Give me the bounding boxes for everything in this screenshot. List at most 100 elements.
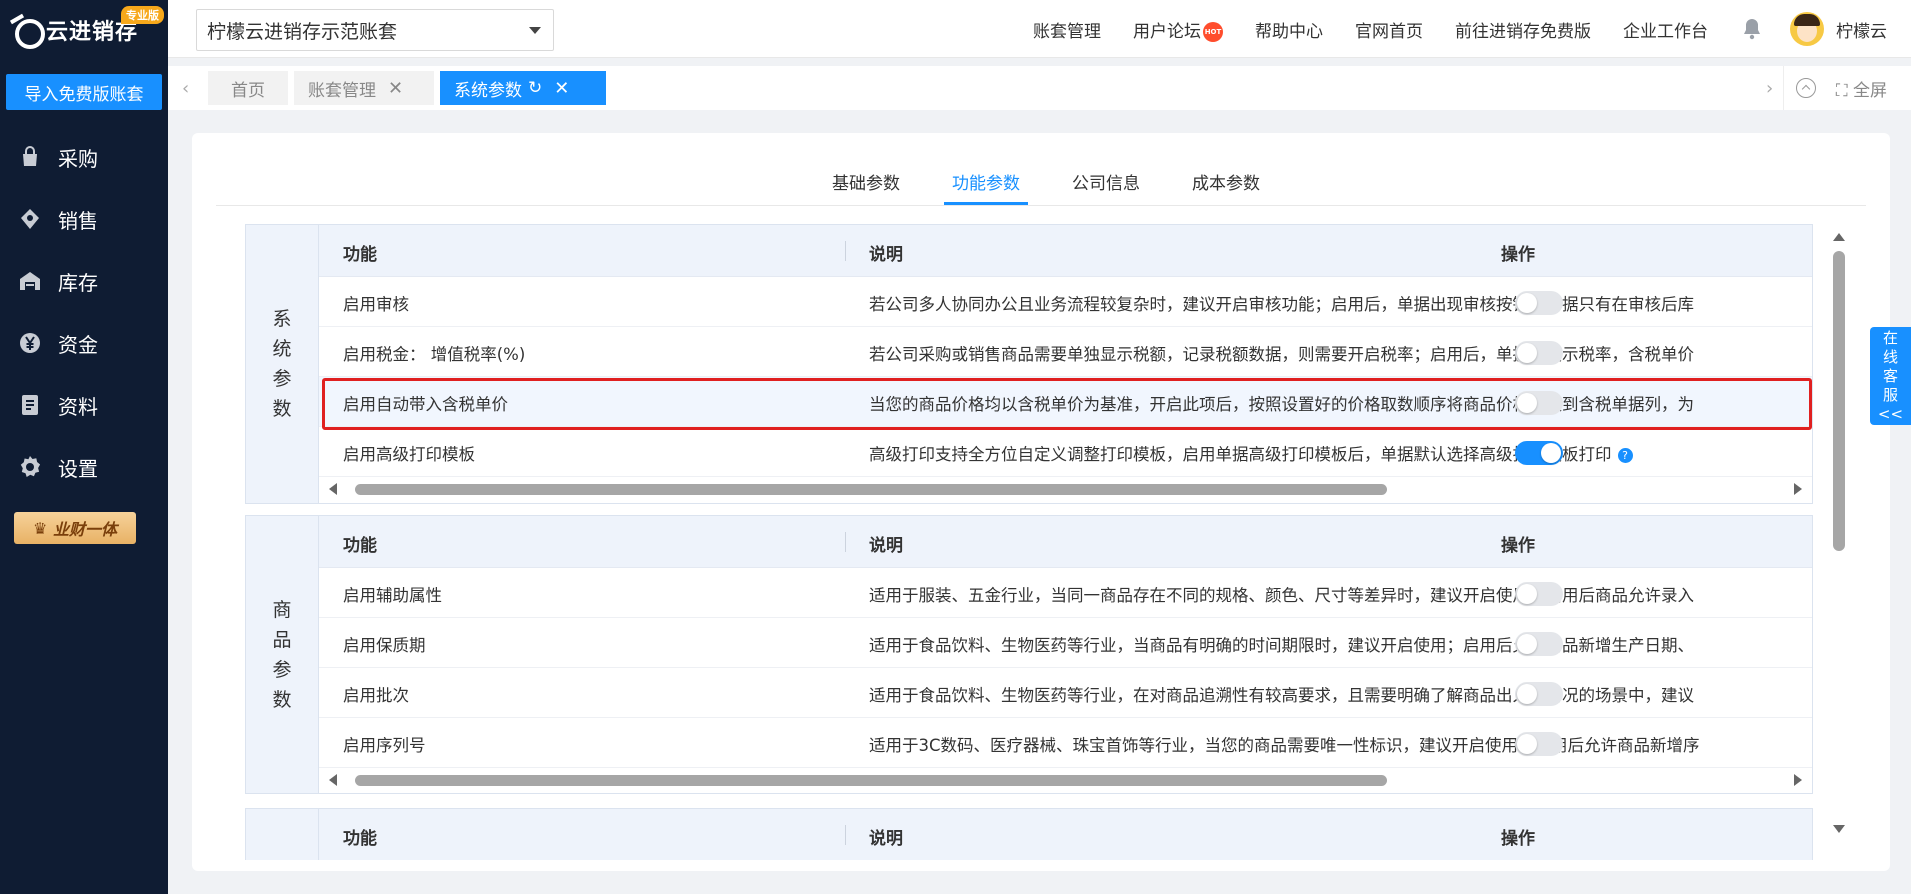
toggle-switch[interactable] (1515, 582, 1563, 606)
nav-free-version[interactable]: 前往进销存免费版 (1455, 17, 1591, 42)
toggle-switch[interactable] (1515, 632, 1563, 656)
header-divider (845, 532, 846, 552)
subtab-cost-params[interactable]: 成本参数 (1192, 169, 1260, 194)
table-row: 启用高级打印模板 高级打印支持全方位自定义调整打印模板，启用单据高级打印模板后，… (319, 427, 1812, 477)
scrollbar-thumb[interactable] (1833, 251, 1845, 551)
sidebar-nav: 采购 销售 库存 资金 资料 设置 (0, 126, 168, 498)
bell-icon[interactable] (1740, 17, 1764, 41)
section-product-params: 商 品 参 数 功能 说明 操作 启用辅助属性 适用于服装、五金行业，当同一商品… (245, 515, 1813, 794)
section-label-char: 参 (272, 658, 292, 681)
nav-enterprise-workbench[interactable]: 企业工作台 (1623, 17, 1708, 42)
row-description: 适用于食品饮料、生物医药等行业，当商品有明确的时间期限时，建议开启使用；启用后允… (869, 636, 1694, 655)
refresh-icon[interactable]: ↻ (528, 78, 542, 98)
horizontal-scrollbar[interactable] (319, 768, 1812, 792)
toggle-switch[interactable] (1515, 441, 1563, 465)
scrollbar-thumb[interactable] (355, 775, 1387, 786)
scroll-up-icon[interactable] (1833, 233, 1845, 241)
sidebar-item-settings[interactable]: 设置 (0, 436, 168, 498)
biz-finance-badge[interactable]: ♛ 业财一体 (14, 512, 136, 544)
section-label-char: 参 (272, 368, 292, 390)
row-description: 适用于3C数码、医疗器械、珠宝首饰等行业，当您的商品需要唯一性标识，建议开启使用… (869, 736, 1700, 755)
cs-char: 在 (1882, 328, 1898, 347)
fullscreen-button[interactable]: ⛶ 全屏 (1836, 76, 1887, 101)
row-description: 若公司采购或销售商品需要单独显示税额，记录税额数据，则需要开启税率；启用后，单据… (869, 345, 1694, 364)
edition-badge: 专业版 (121, 6, 164, 24)
row-description: 适用于食品饮料、生物医药等行业，在对商品追溯性有较高要求，且需要明确了解商品出入… (869, 686, 1694, 705)
header-function: 功能 (343, 829, 377, 849)
tab-tools: ⛶ 全屏 (1782, 66, 1911, 110)
document-icon (18, 393, 42, 417)
header-description: 说明 (869, 245, 903, 265)
online-customer-service-button[interactable]: 在 线 客 服 << (1870, 327, 1911, 425)
nav-user-forum[interactable]: 用户论坛 HOT (1133, 17, 1223, 42)
sidebar-item-label: 销售 (58, 208, 98, 233)
nav-account-management[interactable]: 账套管理 (1033, 17, 1101, 42)
row-description-text: 高级打印支持全方位自定义调整打印模板，启用单据高级打印模板后，单据默认选择高级打… (869, 445, 1612, 464)
scroll-right-icon[interactable] (1794, 774, 1802, 786)
header-divider (845, 241, 846, 261)
nav-official-site[interactable]: 官网首页 (1355, 17, 1423, 42)
header-description: 说明 (869, 536, 903, 556)
scrollbar-thumb[interactable] (355, 484, 1387, 495)
toggle-switch[interactable] (1515, 732, 1563, 756)
import-free-account-button[interactable]: 导入免费版账套 (6, 74, 162, 110)
subtab-basic-params[interactable]: 基础参数 (832, 169, 900, 194)
toggle-switch[interactable] (1515, 341, 1563, 365)
scroll-left-icon[interactable] (329, 483, 337, 495)
tabs-left-arrow-icon[interactable]: ‹ (182, 78, 189, 99)
toggle-switch[interactable] (1515, 391, 1563, 415)
yen-icon (18, 331, 42, 355)
avatar[interactable] (1790, 12, 1824, 46)
row-function: 启用辅助属性 (343, 586, 442, 605)
sidebar-item-purchase[interactable]: 采购 (0, 126, 168, 188)
sidebar-item-funds[interactable]: 资金 (0, 312, 168, 374)
tab-system-params[interactable]: 系统参数 ↻ ✕ (440, 71, 606, 105)
header-function: 功能 (343, 245, 377, 265)
help-icon[interactable]: ? (1617, 448, 1633, 463)
tab-label: 系统参数 (454, 80, 522, 101)
tab-label: 账套管理 (308, 80, 376, 101)
account-select[interactable]: 柠檬云进销存示范账套 (196, 9, 554, 51)
section-label-char: 商 (272, 598, 292, 621)
nav-help-center[interactable]: 帮助中心 (1255, 17, 1323, 42)
vertical-scrollbar[interactable] (1832, 233, 1846, 833)
table-row: 启用自动带入含税单价 当您的商品价格均以含税单价为基准，开启此项后，按照设置好的… (319, 377, 1812, 427)
row-function: 启用批次 (343, 686, 409, 705)
header-description: 说明 (869, 829, 903, 849)
tab-account-management[interactable]: 账套管理 ✕ (294, 71, 434, 105)
header-function: 功能 (343, 536, 377, 556)
close-icon[interactable]: ✕ (554, 78, 569, 99)
main-card: 基础参数 功能参数 公司信息 成本参数 系 统 参 数 功能 说明 操作 启用审… (192, 133, 1890, 871)
table-row: 启用保质期 适用于食品饮料、生物医药等行业，当商品有明确的时间期限时，建议开启使… (319, 618, 1812, 668)
table-row: 启用辅助属性 适用于服装、五金行业，当同一商品存在不同的规格、颜色、尺寸等差异时… (319, 568, 1812, 618)
horizontal-scrollbar[interactable] (319, 477, 1812, 501)
tab-strip: ‹ 首页 账套管理 ✕ 系统参数 ↻ ✕ › ⛶ 全屏 (168, 66, 1911, 110)
account-select-value: 柠檬云进销存示范账套 (207, 20, 398, 43)
section-table: 功能 说明 操作 (319, 809, 1812, 860)
collapse-up-icon[interactable] (1795, 78, 1816, 98)
table-header: 功能 说明 操作 (319, 809, 1812, 860)
toggle-switch[interactable] (1515, 291, 1563, 315)
sidebar-item-label: 资金 (58, 332, 98, 357)
scroll-left-icon[interactable] (329, 774, 337, 786)
header-action: 操作 (1501, 245, 1535, 265)
table-row: 启用审核 若公司多人协同办公且业务流程较复杂时，建议开启审核功能；启用后，单据出… (319, 277, 1812, 327)
tabs-right-arrow-icon[interactable]: › (1766, 78, 1773, 99)
row-description: 适用于服装、五金行业，当同一商品存在不同的规格、颜色、尺寸等差异时，建议开启使用… (869, 586, 1694, 605)
sidebar-item-sales[interactable]: 销售 (0, 188, 168, 250)
sidebar-item-label: 设置 (58, 456, 98, 481)
scroll-right-icon[interactable] (1794, 483, 1802, 495)
user-name[interactable]: 柠檬云 (1836, 17, 1887, 42)
section-label: 系 统 参 数 (246, 225, 319, 503)
close-icon[interactable]: ✕ (388, 78, 403, 99)
logo[interactable]: 云进销存 专业版 (0, 0, 168, 60)
scroll-down-icon[interactable] (1833, 825, 1845, 833)
subtab-company-info[interactable]: 公司信息 (1072, 169, 1140, 194)
table-header: 功能 说明 操作 (319, 516, 1812, 568)
toggle-switch[interactable] (1515, 682, 1563, 706)
row-function: 启用税金： 增值税率(%) (343, 345, 526, 364)
subtab-function-params[interactable]: 功能参数 (952, 169, 1020, 194)
sidebar-item-data[interactable]: 资料 (0, 374, 168, 436)
tab-home[interactable]: 首页 (208, 71, 288, 105)
sidebar-item-inventory[interactable]: 库存 (0, 250, 168, 312)
